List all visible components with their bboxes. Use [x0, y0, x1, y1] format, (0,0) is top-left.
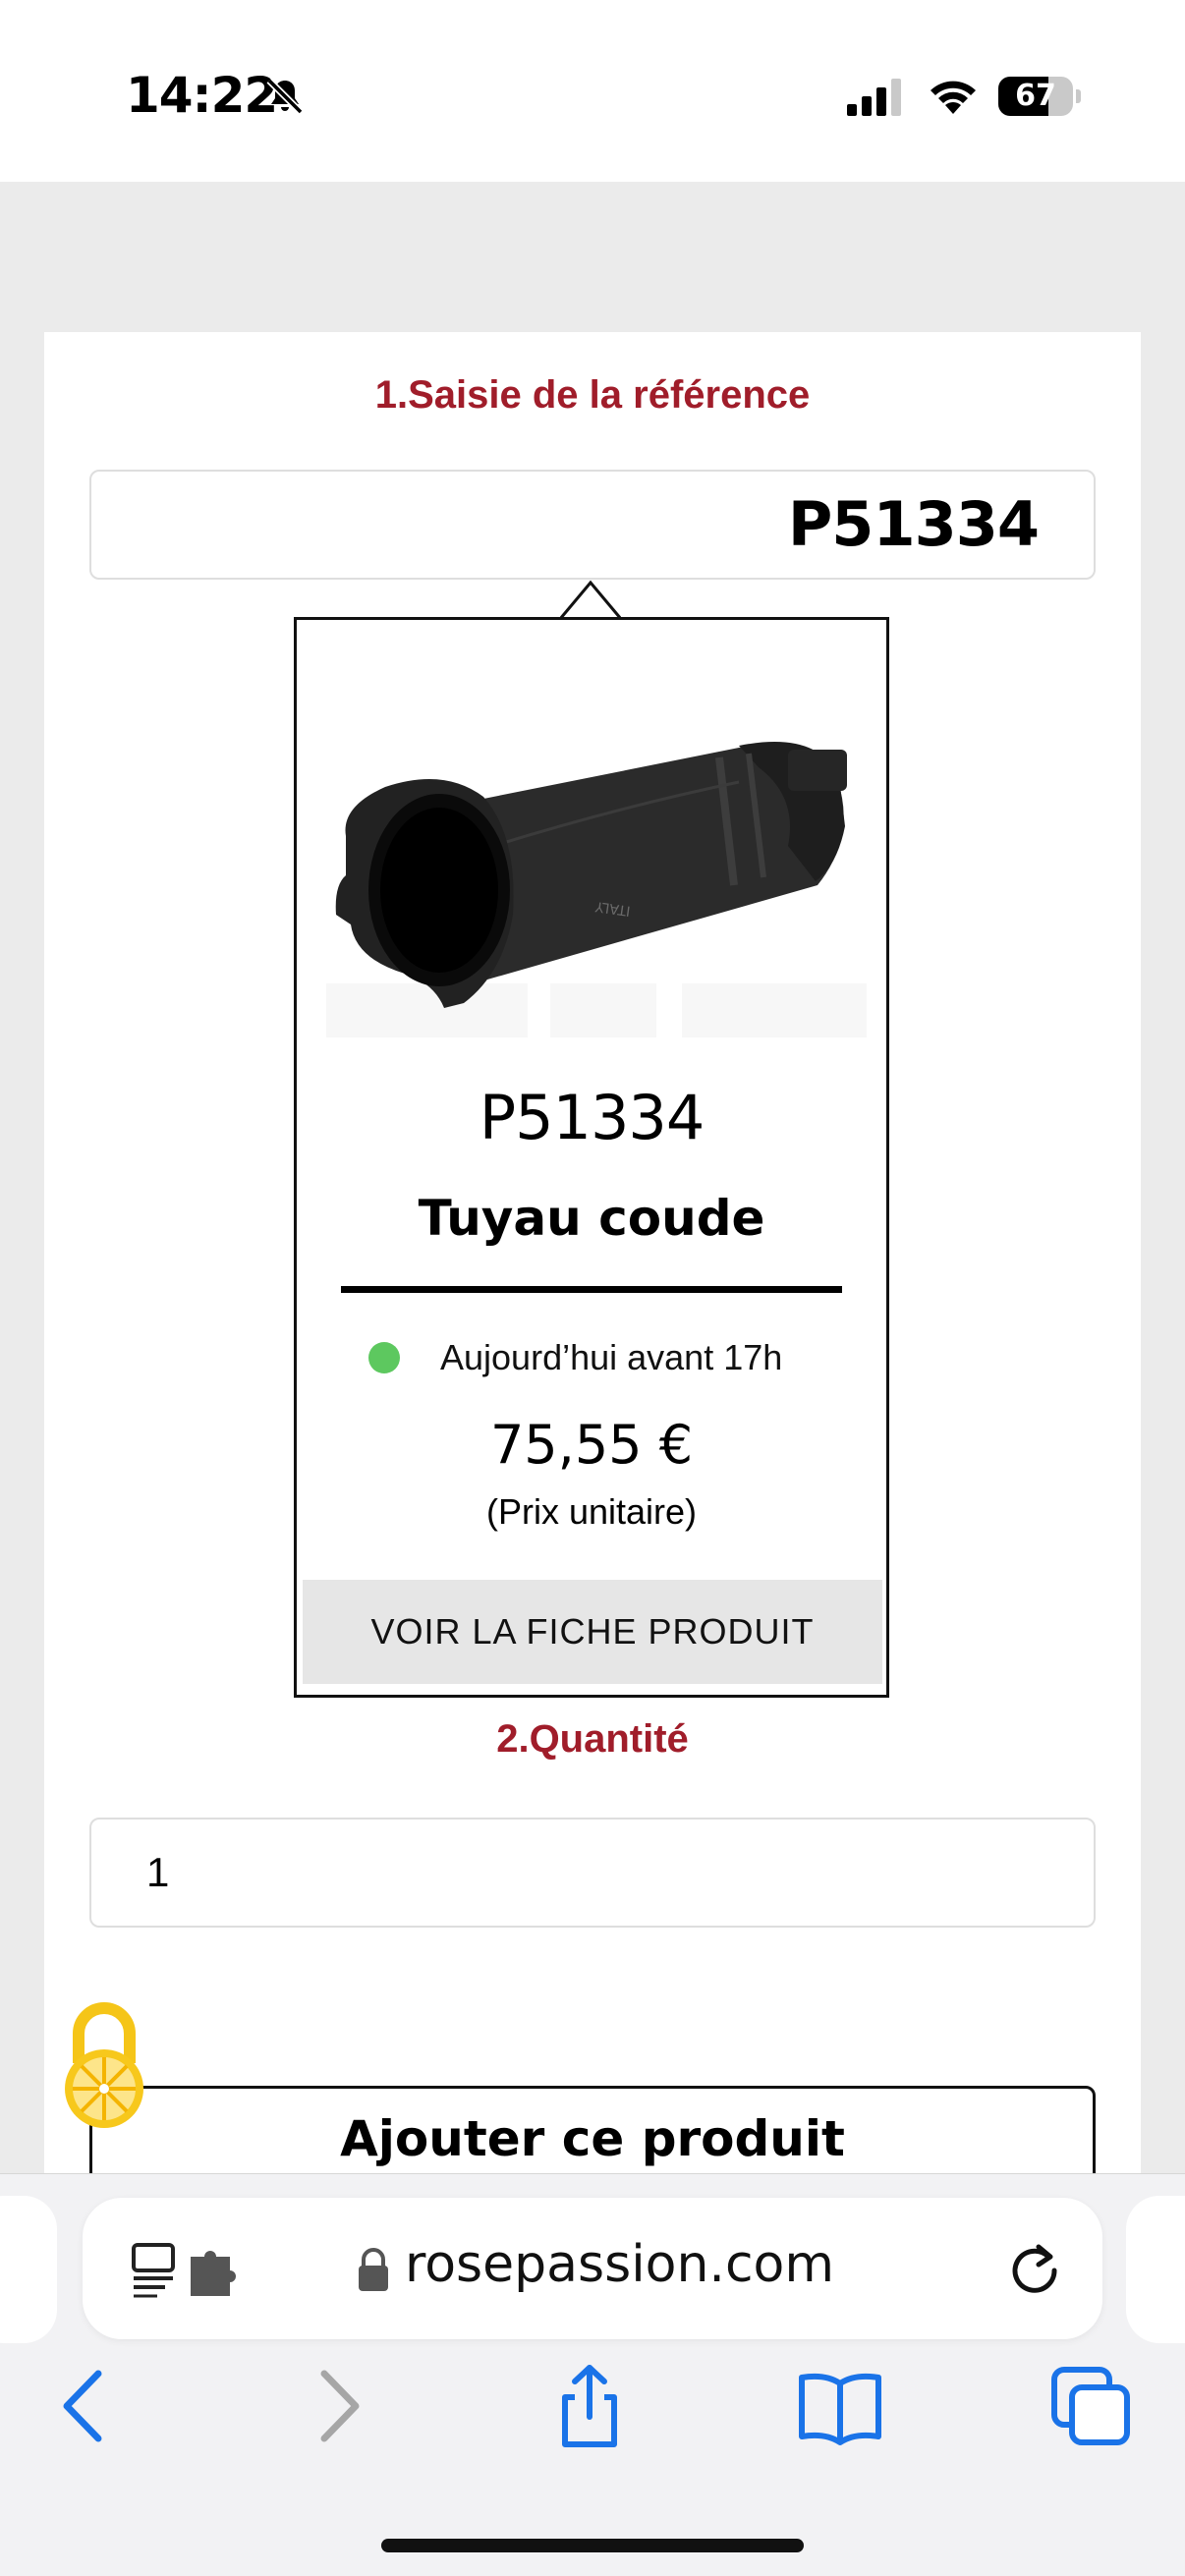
reference-input-value: P51334 [787, 488, 1040, 560]
bookmarks-icon[interactable] [796, 2362, 884, 2450]
tabs-icon[interactable] [1046, 2362, 1135, 2450]
share-icon[interactable] [545, 2362, 634, 2450]
battery-icon: 67 [998, 77, 1081, 116]
forward-icon[interactable] [295, 2362, 383, 2450]
wifi-icon [931, 81, 976, 114]
reader-icon[interactable] [130, 2239, 244, 2298]
lemon-lock-icon[interactable] [57, 1994, 151, 2132]
home-indicator [381, 2539, 804, 2552]
popup-caret [560, 580, 621, 620]
url-text[interactable]: rosepassion.com [405, 2235, 834, 2294]
divider-line [341, 1286, 842, 1293]
product-reference: P51334 [479, 1082, 705, 1153]
signal-icon [847, 79, 901, 116]
price-note: (Prix unitaire) [485, 1491, 698, 1532]
reload-icon[interactable] [1003, 2237, 1066, 2300]
extension-icon [191, 2251, 236, 2296]
quantity-input-value: 1 [146, 1849, 170, 1895]
quantity-input[interactable]: 1 [89, 1818, 1096, 1928]
bell-slash-icon [266, 78, 304, 115]
step1-title: 1.Saisie de la référence [374, 373, 811, 417]
product-image: ITALY [326, 689, 867, 1042]
lock-icon [359, 2248, 388, 2291]
reference-input[interactable]: P51334 [89, 470, 1096, 580]
view-product-button[interactable]: VOIR LA FICHE PRODUIT [303, 1580, 882, 1684]
status-time: 14:22 [126, 67, 278, 124]
availability-dot-icon [368, 1342, 400, 1373]
availability-text: Aujourd’hui avant 17h [440, 1337, 783, 1377]
previous-tab-pill[interactable] [0, 2196, 57, 2343]
back-icon[interactable] [39, 2362, 128, 2450]
next-tab-pill[interactable] [1126, 2196, 1185, 2343]
product-name: Tuyau coude [418, 1190, 765, 1247]
battery-percent: 67 [1015, 79, 1056, 113]
product-price: 75,55 € [489, 1414, 694, 1476]
product-suggestion-popup[interactable]: ITALY P51334 Tuyau coude Aujourd’hui ava… [294, 617, 889, 1698]
address-bar[interactable]: rosepassion.com [83, 2198, 1102, 2339]
status-bar: 14:22 67 [0, 0, 1185, 182]
step2-title: 2.Quantité [496, 1717, 689, 1761]
quick-order-card: 1.Saisie de la référence P51334 ITALY P5… [44, 332, 1141, 2223]
add-product-button-label: Ajouter ce produit [340, 2110, 845, 2167]
